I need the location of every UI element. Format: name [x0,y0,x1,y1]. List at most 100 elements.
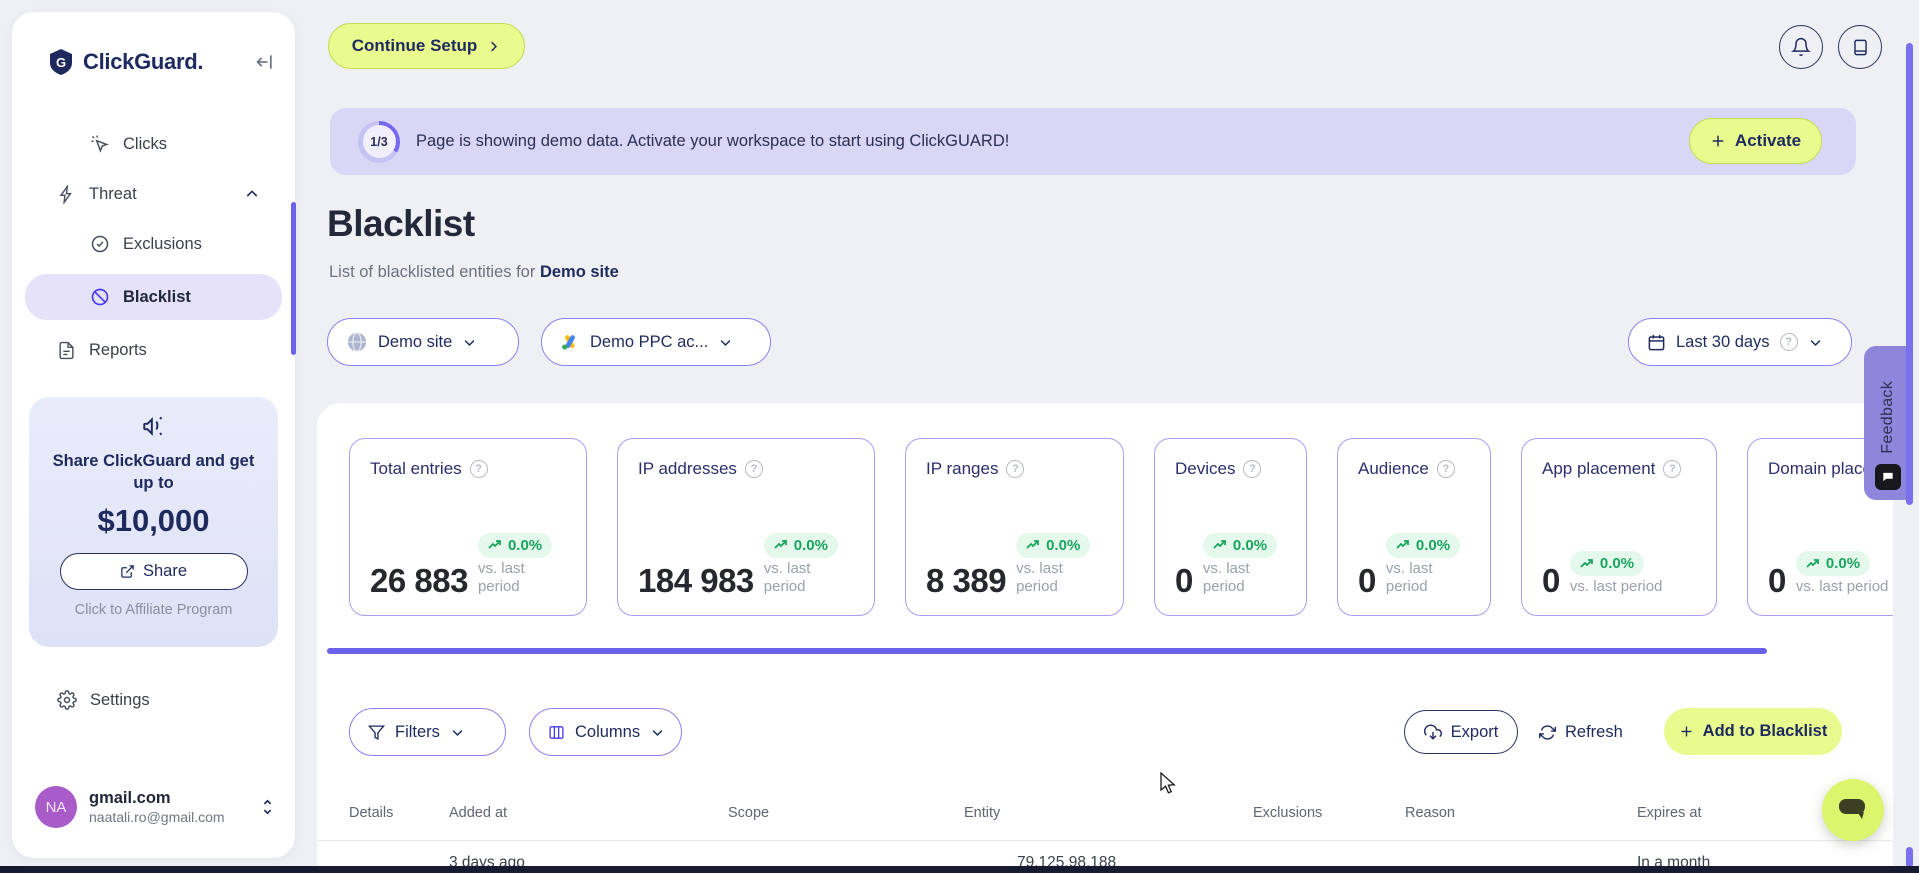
sidebar-item-exclusions[interactable]: Exclusions [25,224,282,264]
refresh-button[interactable]: Refresh [1539,710,1623,754]
expand-up-down-icon [260,798,275,816]
page-title: Blacklist [327,203,475,244]
refresh-icon [1539,724,1556,741]
avatar: NA [35,786,77,828]
stat-note: vs. last period [1202,559,1250,596]
sidebar-item-label: Settings [90,690,150,709]
sidebar: G ClickGuard. Clicks Threat Exclusions B… [12,12,296,858]
sidebar-nav: Clicks Threat Exclusions Blacklist Repor… [12,124,295,380]
setup-progress-ring: 1/3 [358,120,400,163]
stat-card-app-placement: App placement? 0 0.0% vs. last period [1521,438,1717,616]
page-subtitle: List of blacklisted entities for Demo si… [329,263,619,282]
demo-data-banner: 1/3 Page is showing demo data. Activate … [330,108,1856,175]
help-icon[interactable]: ? [1436,460,1455,478]
add-to-blacklist-button[interactable]: Add to Blacklist [1664,708,1842,755]
megaphone-icon [141,413,167,439]
feedback-widget-icon [1875,464,1901,490]
table-header-scope: Scope [728,805,770,821]
funnel-icon [368,724,385,741]
filters-button[interactable]: Filters [349,708,506,756]
trend-value: 0.0% [793,536,828,554]
chat-bubble-icon [1838,797,1868,823]
affiliate-promo-card: Share ClickGuard and get up to $10,000 S… [29,397,278,647]
stat-label: Devices [1175,459,1236,478]
columns-icon [548,724,565,741]
activate-button[interactable]: Activate [1689,118,1822,164]
site-selector-value: Demo site [378,332,453,351]
export-label: Export [1450,722,1499,741]
continue-setup-button[interactable]: Continue Setup [328,23,525,69]
columns-label: Columns [575,722,641,741]
globe-icon [346,331,368,353]
stat-note: vs. last period [1569,578,1663,596]
sidebar-item-reports[interactable]: Reports [25,330,282,370]
refresh-label: Refresh [1565,722,1623,741]
calendar-icon [1647,333,1666,352]
stat-note: vs. last period [1385,559,1433,596]
table-header-exclusions: Exclusions [1253,805,1323,821]
table-header-expires-at: Expires at [1637,805,1702,821]
table-header-reason: Reason [1405,805,1455,821]
chat-launcher[interactable] [1822,779,1884,841]
trend-up-icon [1396,540,1409,549]
export-button[interactable]: Export [1404,710,1518,754]
share-button[interactable]: Share [59,552,248,590]
feedback-tab[interactable]: Feedback [1864,346,1912,500]
brand-wordmark: ClickGuard. [83,49,204,74]
help-icon[interactable]: ? [1006,460,1025,478]
help-icon[interactable]: ? [744,460,763,478]
help-icon[interactable]: ? [1779,333,1798,351]
filters-label: Filters [395,722,440,741]
date-range-value: Last 30 days [1676,332,1770,351]
continue-setup-label: Continue Setup [351,36,478,55]
sidebar-scrollbar[interactable] [291,202,296,355]
sidebar-item-clicks[interactable]: Clicks [25,124,282,164]
sidebar-item-threat[interactable]: Threat [25,174,282,214]
cards-horizontal-scrollbar[interactable] [327,648,1767,654]
columns-button[interactable]: Columns [529,708,682,756]
plus-icon [1710,133,1726,149]
help-icon[interactable]: ? [1663,460,1682,478]
trend-up-icon [1806,558,1819,568]
trend-value: 0.0% [1825,555,1861,573]
bell-icon [1791,37,1811,57]
docs-button[interactable] [1838,25,1882,69]
feedback-label: Feedback [1879,381,1896,454]
stat-label: IP ranges [926,459,999,478]
stat-label: IP addresses [638,459,737,478]
page-scrollbar-thumb[interactable] [1906,43,1913,505]
trend-value: 0.0% [1599,555,1635,573]
trend-value: 0.0% [507,536,543,554]
stat-value: 8 389 [926,562,1007,599]
sidebar-item-label: Reports [89,340,147,359]
sidebar-item-blacklist[interactable]: Blacklist [25,274,282,320]
date-range-selector[interactable]: Last 30 days ? [1628,318,1852,366]
stat-card-devices: Devices? 0 0.0% vs. last period [1154,438,1307,616]
sidebar-item-label: Exclusions [123,234,202,253]
chevron-up-icon[interactable] [244,186,260,202]
google-ads-icon [560,332,580,352]
content-panel: Total entries? 26 883 0.0% vs. last peri… [317,403,1893,873]
trend-up-icon [1580,558,1593,568]
site-selector[interactable]: Demo site [327,318,519,366]
user-menu[interactable]: NA gmail.com naatali.ro@gmail.com [35,786,275,828]
activate-label: Activate [1734,131,1802,150]
collapse-sidebar-button[interactable] [255,52,275,72]
stat-label: Audience [1358,459,1429,478]
chevron-down-icon [462,335,477,350]
page-subtitle-site: Demo site [539,263,619,281]
cloud-download-icon [1423,723,1442,741]
ppc-account-selector[interactable]: Demo PPC ac... [541,318,771,366]
stat-cards-row: Total entries? 26 883 0.0% vs. last peri… [349,438,1893,616]
chevron-down-icon [450,725,465,740]
trend-value: 0.0% [1232,536,1268,554]
page-scrollbar-thumb-lower[interactable] [1906,847,1913,868]
help-icon[interactable]: ? [469,460,488,478]
trend-up-icon [774,540,787,549]
stat-card-audience: Audience? 0 0.0% vs. last period [1337,438,1491,616]
notifications-button[interactable] [1779,25,1823,69]
help-icon[interactable]: ? [1243,460,1262,478]
ppc-account-value: Demo PPC ac... [590,332,709,351]
sidebar-item-settings[interactable]: Settings [57,690,150,710]
promo-amount: $10,000 [97,502,210,538]
